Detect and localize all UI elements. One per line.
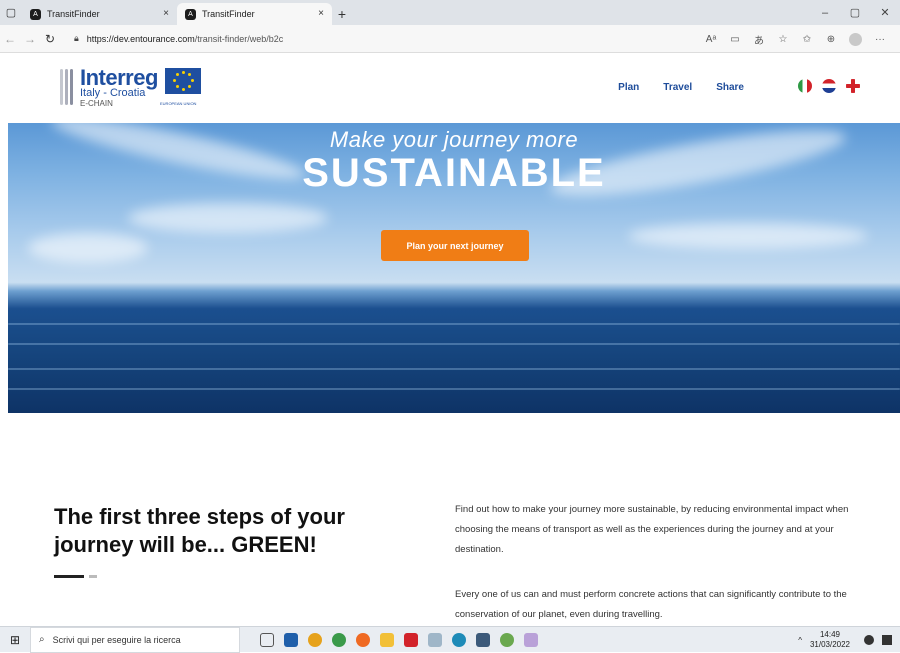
task-view-icon[interactable] (260, 632, 274, 647)
angular-favicon-icon: A (185, 8, 196, 20)
url-host: https://dev.entourance.com (86, 33, 195, 44)
logo-line2: Italy - Croatia (80, 87, 146, 99)
globe-app-icon[interactable] (308, 632, 322, 647)
croatian-flag-icon[interactable] (822, 79, 836, 93)
hero-subtitle: Make your journey more (329, 127, 579, 152)
immersive-reader-icon[interactable]: ▭ (723, 34, 747, 45)
action-center-icon[interactable] (882, 635, 892, 645)
tab-actions-icon[interactable]: ▢ (0, 0, 22, 25)
menu-item-share[interactable]: Share (716, 82, 744, 93)
forward-icon[interactable]: → (20, 32, 40, 46)
clock[interactable]: 14:49 31/03/2022 (810, 630, 850, 650)
clock-time: 14:49 (819, 630, 840, 639)
chrome-icon[interactable] (332, 632, 346, 647)
address-bar: ← → ↻ 🔒︎ https://dev.entourance.com /tra… (0, 25, 900, 53)
firefox-icon[interactable] (356, 632, 370, 647)
window-controls: – ▢ ✕ (810, 0, 900, 25)
lock-icon[interactable]: 🔒︎ (74, 33, 79, 44)
edge-icon[interactable] (452, 632, 466, 647)
search-icon: ⌕ (39, 634, 45, 645)
paint-icon[interactable] (524, 632, 538, 647)
logo-line3: E-CHAIN (80, 99, 113, 108)
calendar-app-icon[interactable] (284, 632, 298, 647)
refresh-icon[interactable]: ↻ (40, 32, 60, 46)
profile-icon[interactable] (849, 32, 862, 46)
tab-transitfinder-1[interactable]: A TransitFinder × (22, 3, 177, 25)
favorite-add-icon[interactable]: ☆ (771, 34, 795, 45)
interreg-logo[interactable]: Interreg Italy - Croatia E-CHAIN EUROPEA… (60, 65, 210, 111)
section-heading: The first three steps of your journey wi… (54, 504, 345, 557)
taskbar-apps (260, 632, 538, 647)
actions-paragraph: Every one of us can and must perform con… (455, 589, 847, 620)
favorites-icon[interactable]: ✩ (795, 34, 819, 45)
english-flag-icon[interactable] (846, 79, 860, 93)
tab-transitfinder-2[interactable]: A TransitFinder × (177, 3, 332, 25)
tab-title: TransitFinder (47, 9, 100, 19)
browser-tab-bar: ▢ A TransitFinder × A TransitFinder × + … (0, 0, 900, 25)
system-tray: ^ 14:49 31/03/2022 (798, 627, 892, 653)
hero-title: SUSTAINABLE (302, 151, 606, 195)
file-explorer-icon[interactable] (380, 632, 394, 647)
plan-journey-button[interactable]: Plan your next journey (381, 230, 529, 261)
main-menu: Plan Travel Share (618, 82, 744, 93)
new-tab-button[interactable]: + (332, 3, 352, 25)
minimize-button[interactable]: – (810, 0, 840, 25)
heading-underline (54, 575, 84, 578)
tab-close-icon[interactable]: × (163, 8, 169, 19)
calculator-icon[interactable] (476, 632, 490, 647)
hero-banner: Make your journey more SUSTAINABLE Plan … (8, 123, 900, 413)
url-path: /transit-finder/web/b2c (194, 33, 284, 44)
url-field[interactable]: 🔒︎ https://dev.entourance.com /transit-f… (74, 33, 634, 44)
windows-taskbar: ⊞ ⌕ Scrivi qui per eseguire la ricerca ^… (0, 626, 900, 653)
search-placeholder: Scrivi qui per eseguire la ricerca (52, 634, 181, 645)
menu-item-plan[interactable]: Plan (618, 82, 639, 93)
maximize-button[interactable]: ▢ (840, 0, 870, 25)
tray-arrow-icon[interactable]: ^ (798, 636, 802, 645)
more-icon[interactable]: ··· (868, 34, 892, 45)
heading-underline-secondary (89, 575, 97, 578)
site-header: Interreg Italy - Croatia E-CHAIN EUROPEA… (0, 53, 900, 123)
clock-date: 31/03/2022 (809, 640, 850, 649)
tab-close-icon[interactable]: × (318, 8, 324, 19)
translate-icon[interactable]: あ (747, 32, 771, 47)
acrobat-icon[interactable] (404, 632, 418, 647)
eu-flag-icon (165, 68, 201, 94)
taskbar-search[interactable]: ⌕ Scrivi qui per eseguire la ricerca (30, 626, 240, 653)
interreg-bars-icon (60, 69, 76, 105)
angular-favicon-icon: A (30, 8, 41, 20)
notification-icon[interactable] (864, 635, 874, 645)
windows-start-icon[interactable]: ⊞ (0, 633, 30, 647)
eu-label: EUROPEAN UNION (160, 101, 197, 106)
tab-title: TransitFinder (202, 9, 255, 19)
read-aloud-icon[interactable]: Aᵃ (699, 34, 723, 45)
menu-item-travel[interactable]: Travel (663, 82, 692, 93)
back-icon[interactable]: ← (0, 32, 20, 46)
messaging-app-icon[interactable] (500, 632, 514, 647)
browser-toolbar: Aᵃ ▭ あ ☆ ✩ ⊕ ··· (699, 25, 892, 53)
collections-icon[interactable]: ⊕ (819, 34, 843, 45)
language-switcher (798, 79, 860, 93)
notepad-icon[interactable] (428, 632, 442, 647)
italian-flag-icon[interactable] (798, 79, 812, 93)
close-window-button[interactable]: ✕ (870, 0, 900, 25)
intro-paragraph: Find out how to make your journey more s… (455, 504, 849, 555)
